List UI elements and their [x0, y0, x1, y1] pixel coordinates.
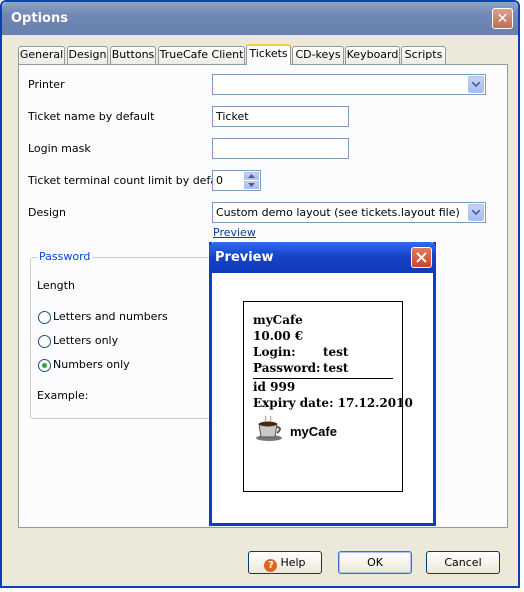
printer-select[interactable]	[212, 74, 486, 95]
example-label: Example:	[37, 389, 89, 402]
close-icon	[416, 252, 427, 263]
preview-title: Preview	[215, 250, 274, 265]
login-mask-label: Login mask	[28, 142, 91, 155]
radio-letters-and-numbers[interactable]	[38, 311, 51, 324]
radio-numbers-only-label[interactable]: Numbers only	[53, 358, 130, 371]
tab-truecafe-client[interactable]: TrueCafe Client	[158, 46, 245, 64]
tab-keyboard[interactable]: Keyboard	[345, 46, 400, 64]
design-select[interactable]: Custom demo layout (see tickets.layout f…	[212, 202, 486, 223]
close-icon: ✕	[496, 11, 509, 27]
coffee-cup-icon	[256, 416, 282, 441]
close-button[interactable]: ✕	[492, 8, 513, 29]
preview-window: Preview myCafe 10.00 € Login: test Passw…	[209, 242, 436, 526]
tab-tickets[interactable]: Tickets	[246, 44, 291, 65]
preview-close-button[interactable]	[411, 247, 432, 268]
radio-numbers-only[interactable]	[38, 359, 51, 372]
radio-letters-and-numbers-label[interactable]: Letters and numbers	[53, 310, 168, 323]
window-title: Options	[11, 11, 68, 26]
ticket-cafe: myCafe	[253, 313, 303, 327]
tab-general[interactable]: General	[18, 46, 65, 64]
terminal-limit-stepper[interactable]: 0	[212, 170, 261, 191]
help-button[interactable]: ? Help	[248, 551, 322, 574]
length-label: Length	[37, 279, 75, 292]
printer-label: Printer	[28, 78, 65, 91]
terminal-limit-label: Ticket terminal count limit by default	[28, 174, 232, 187]
ticket-password-label: Password:	[253, 361, 321, 375]
chevron-down-icon[interactable]	[468, 204, 484, 221]
tab-buttons[interactable]: Buttons	[110, 46, 156, 64]
ticket-name-input[interactable]: Ticket	[212, 106, 349, 127]
stepper-up-icon[interactable]	[244, 172, 259, 180]
design-label: Design	[28, 206, 66, 219]
ticket-login-value: test	[323, 345, 349, 359]
ticket-id: id 999	[253, 380, 296, 394]
radio-letters-only-label[interactable]: Letters only	[53, 334, 118, 347]
cancel-button[interactable]: Cancel	[426, 551, 500, 574]
password-group: Password Length Letters and numbers Lett…	[30, 250, 230, 419]
ticket-login-label: Login:	[253, 345, 296, 359]
password-group-title: Password	[37, 250, 93, 263]
radio-letters-only[interactable]	[38, 335, 51, 348]
login-mask-input[interactable]	[212, 138, 349, 159]
help-icon: ?	[264, 559, 278, 572]
ticket-password-value: test	[323, 361, 349, 375]
chevron-down-icon[interactable]	[468, 76, 484, 93]
ticket-divider	[253, 378, 393, 379]
preview-link[interactable]: Preview	[213, 226, 256, 239]
ticket-expiry: Expiry date: 17.12.2010	[253, 396, 413, 410]
ticket-name-label: Ticket name by default	[28, 110, 155, 123]
tab-design[interactable]: Design	[67, 46, 108, 64]
ticket-brand: myCafe	[290, 424, 337, 439]
ticket-preview: myCafe 10.00 € Login: test Password: tes…	[243, 301, 413, 492]
tab-scripts[interactable]: Scripts	[401, 46, 446, 64]
preview-title-bar: Preview	[209, 242, 436, 273]
stepper-down-icon[interactable]	[244, 181, 259, 189]
title-bar: Options ✕	[2, 2, 518, 35]
ticket-price: 10.00 €	[253, 329, 304, 343]
tab-cd-keys[interactable]: CD-keys	[292, 46, 344, 64]
ok-button[interactable]: OK	[338, 551, 412, 574]
